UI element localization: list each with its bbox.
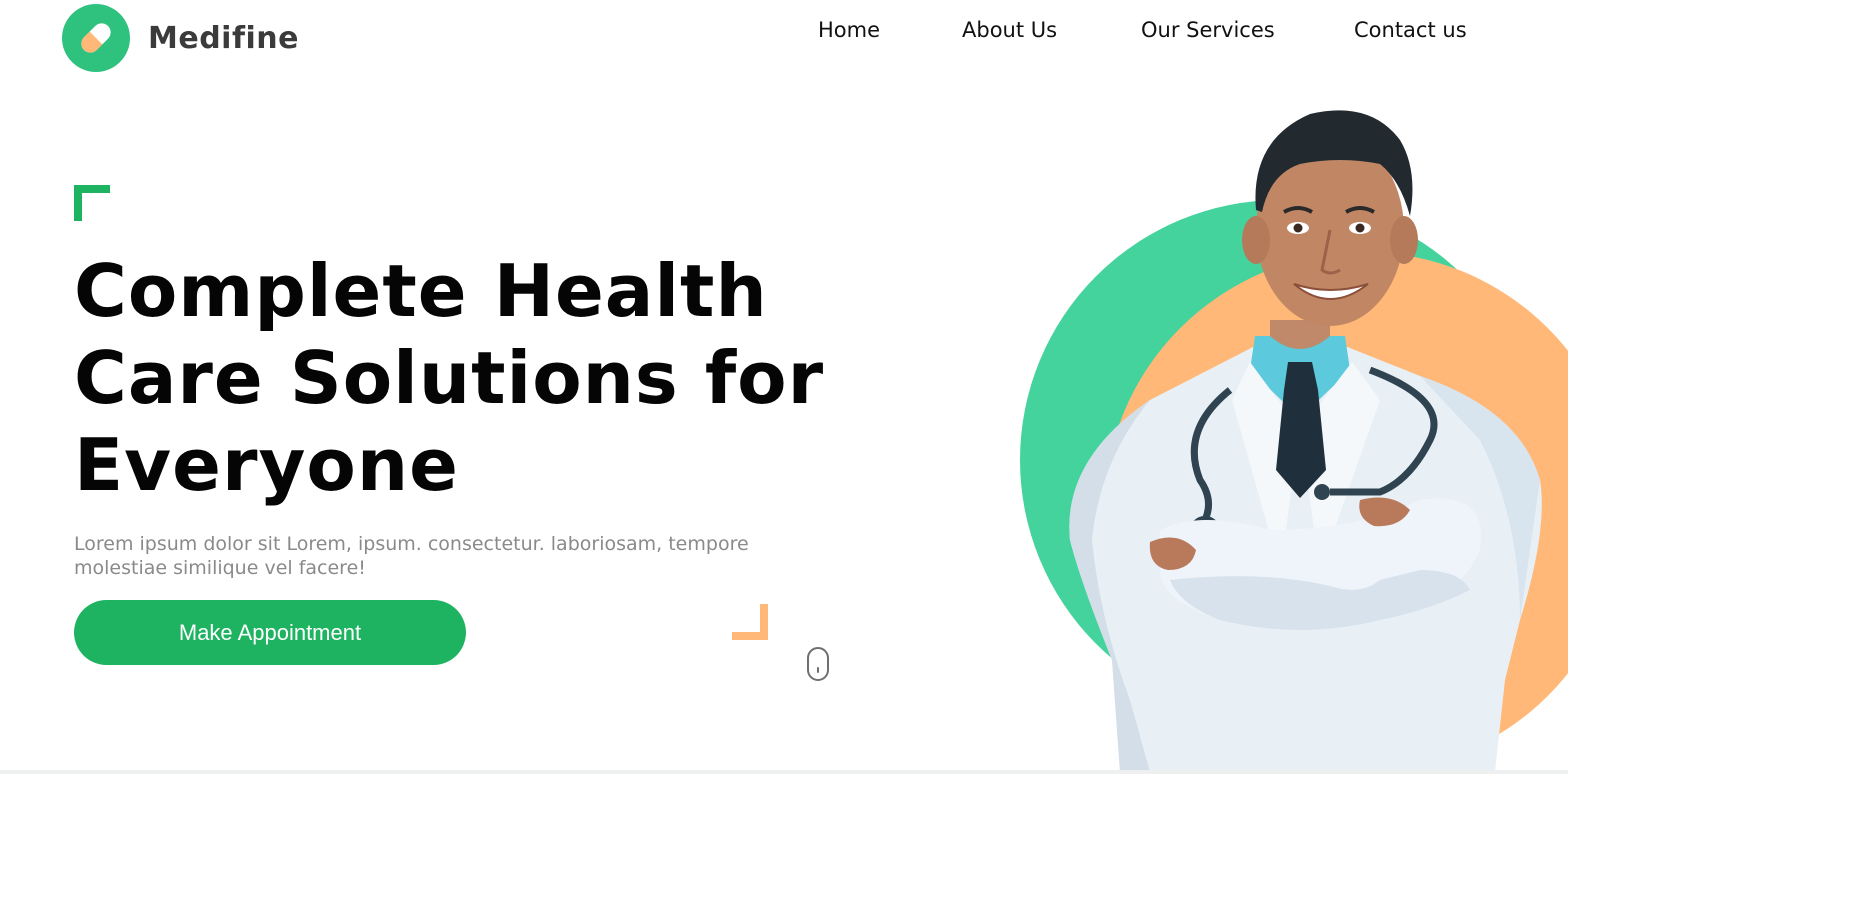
- hero-graphic: [1000, 100, 1568, 772]
- hero-subtitle: Lorem ipsum dolor sit Lorem, ipsum. cons…: [74, 533, 749, 579]
- decorative-corner-top-left: [74, 185, 110, 221]
- scroll-wheel: [817, 667, 819, 673]
- page: Medifine Home About Us Our Services Cont…: [0, 0, 1568, 918]
- nav-home[interactable]: Home: [818, 18, 880, 42]
- nav-contact-us[interactable]: Contact us: [1354, 18, 1467, 42]
- mouse-scroll-icon[interactable]: [807, 647, 829, 681]
- doctor-illustration: [1069, 110, 1542, 772]
- main-nav: Home About Us Our Services Contact us: [0, 18, 1568, 48]
- decorative-corner-bottom-right: [732, 604, 768, 640]
- section-divider: [0, 770, 1568, 774]
- nav-about-us[interactable]: About Us: [962, 18, 1057, 42]
- make-appointment-button[interactable]: Make Appointment: [74, 600, 466, 665]
- nav-our-services[interactable]: Our Services: [1141, 18, 1275, 42]
- hero-title: Complete Health Care Solutions for Every…: [74, 249, 825, 507]
